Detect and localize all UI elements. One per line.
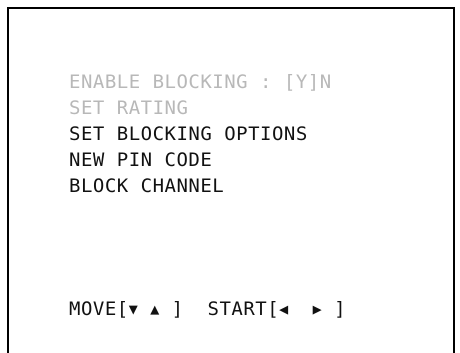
move-hint-label: MOVE[ [69,298,129,320]
menu-item-set-blocking-options[interactable]: SET BLOCKING OPTIONS [69,121,332,147]
blocking-menu: ENABLE BLOCKING : [Y]N SET RATING SET BL… [69,69,332,199]
arrow-right-icon: ▶ [312,300,323,318]
start-hint-close: ] [334,298,347,320]
menu-item-enable-blocking[interactable]: ENABLE BLOCKING : [Y]N [69,69,332,95]
osd-screen: ENABLE BLOCKING : [Y]N SET RATING SET BL… [7,7,455,353]
start-hint-label: START[ [207,298,280,320]
move-hint-close: ] [171,298,184,320]
menu-item-set-rating[interactable]: SET RATING [69,95,332,121]
menu-item-new-pin-code[interactable]: NEW PIN CODE [69,147,332,173]
arrow-up-icon: ▲ [150,300,160,318]
navigation-hint: MOVE[▼ ▲ ] START[◀ ▶ ] [69,296,346,322]
menu-item-block-channel[interactable]: BLOCK CHANNEL [69,173,332,199]
arrow-down-icon: ▼ [128,300,139,318]
arrow-left-icon: ◀ [279,300,289,318]
